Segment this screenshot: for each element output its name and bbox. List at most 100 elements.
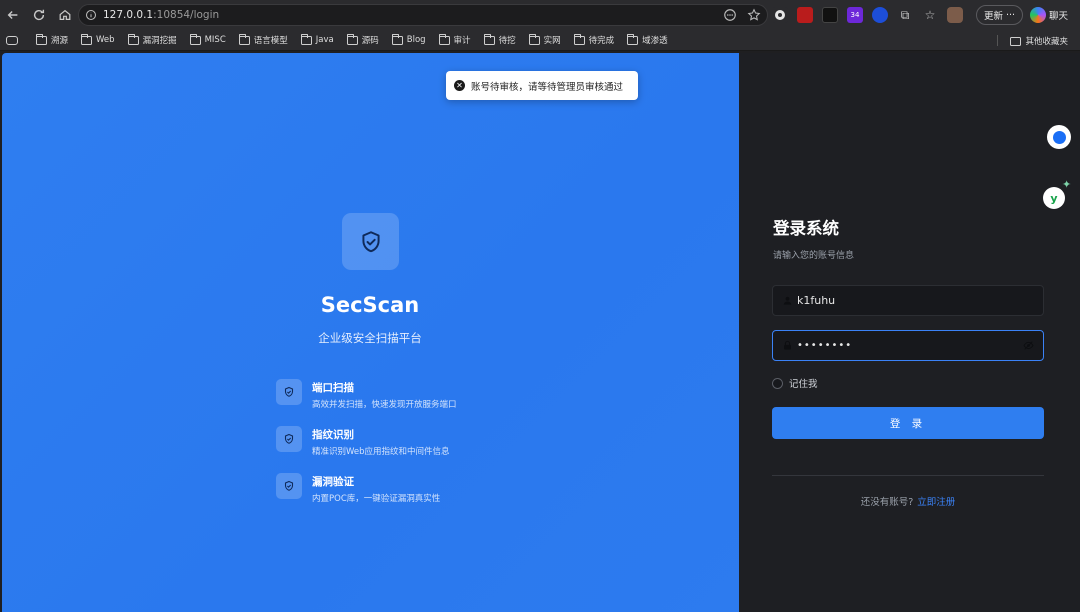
bookmark-label: 源码	[361, 36, 379, 46]
update-label: 更新	[983, 11, 1003, 22]
login-panel: 登录系统 请输入您的账号信息 k1fuhu •••••••• 记住我 登 录 还…	[739, 53, 1080, 612]
folder-icon	[36, 33, 47, 45]
folder-icon	[81, 33, 93, 45]
password-value: ••••••••	[797, 340, 853, 351]
favorites-icon[interactable]: ☆	[922, 7, 938, 23]
folder-icon	[627, 33, 639, 45]
feature-item: 指纹识别 精准识别Web应用指纹和中间件信息	[276, 426, 536, 466]
extensions-puzzle-icon[interactable]: ⧉	[897, 7, 913, 23]
folder-icon	[300, 33, 312, 45]
bookmark-label: Java	[315, 35, 334, 45]
login-title: 登录系统	[773, 219, 839, 238]
folder-icon	[391, 33, 403, 45]
lock-icon	[784, 340, 791, 350]
floating-y-extension-icon[interactable]: y	[1043, 187, 1065, 209]
feature-description: 精准识别Web应用指纹和中间件信息	[312, 447, 450, 457]
other-bookmarks[interactable]: 其他收藏夹	[1010, 35, 1068, 47]
bookmark-folder[interactable]: 源码	[346, 33, 379, 46]
shield-check-icon	[276, 426, 302, 452]
record-extension-icon[interactable]	[772, 7, 788, 23]
copilot-icon	[1030, 7, 1046, 23]
brand-panel: ✕ 账号待审核，请等待管理员审核通过 SecScan 企业级安全扫描平台 端口扫…	[2, 53, 739, 612]
red-extension-icon[interactable]	[797, 7, 813, 23]
password-field[interactable]: ••••••••	[772, 330, 1044, 361]
login-button[interactable]: 登 录	[772, 407, 1044, 439]
other-bookmarks-label: 其他收藏夹	[1025, 37, 1068, 47]
address-bar[interactable]: 127.0.0.1:10854/login	[78, 4, 768, 26]
feature-description: 高效并发扫描，快速发现开放服务端口	[312, 400, 457, 410]
bookmark-folder[interactable]: 审计	[438, 33, 471, 46]
bookmark-label: 溯源	[51, 36, 69, 46]
assistant-logo-icon	[1052, 130, 1066, 144]
bookmark-folder[interactable]: Java	[300, 33, 334, 45]
register-prompt: 还没有账号?	[860, 497, 914, 508]
bookmark-folder[interactable]: 待完成	[573, 33, 615, 46]
purple-extension-icon[interactable]: 34	[847, 7, 863, 23]
bookmark-folder[interactable]: 漏洞挖掘	[127, 33, 177, 46]
login-subtitle: 请输入您的账号信息	[773, 251, 855, 261]
feature-title: 端口扫描	[312, 382, 354, 394]
bookmark-folder[interactable]: Blog	[391, 33, 426, 45]
bookmark-label: Web	[96, 35, 115, 45]
bookmark-folder[interactable]: 溯源	[36, 33, 69, 46]
brand-subtitle: 企业级安全扫描平台	[318, 331, 422, 345]
bookmark-label: 待完成	[588, 36, 615, 46]
error-icon: ✕	[454, 80, 465, 91]
register-link[interactable]: 立即注册	[917, 497, 955, 508]
profile-avatar-icon[interactable]	[947, 7, 963, 23]
feature-item: 漏洞验证 内置POC库，一键验证漏洞真实性	[276, 473, 536, 513]
brand-title: SecScan	[320, 293, 420, 317]
remember-checkbox[interactable]	[772, 377, 783, 389]
reading-list-icon[interactable]	[6, 35, 18, 45]
dark-extension-icon[interactable]	[822, 7, 838, 23]
more-dots-icon: ···	[1005, 9, 1016, 21]
bookmark-folder[interactable]: 待挖	[483, 33, 516, 46]
username-field[interactable]: k1fuhu	[772, 285, 1044, 316]
shield-check-icon	[276, 379, 302, 405]
folder-icon	[438, 33, 450, 45]
bookmark-label: 审计	[453, 36, 471, 46]
chat-label: 聊天	[1049, 11, 1069, 22]
divider	[772, 475, 1044, 476]
folder-icon	[127, 33, 139, 45]
bookmark-label: 域渗透	[642, 36, 668, 46]
reload-icon[interactable]	[26, 0, 52, 30]
toast-message: 账号待审核，请等待管理员审核通过	[471, 81, 624, 93]
bookmark-folder[interactable]: MISC	[189, 33, 226, 45]
back-icon[interactable]	[0, 0, 26, 30]
feature-title: 漏洞验证	[312, 476, 354, 488]
bookmark-folder[interactable]: 实网	[528, 33, 561, 46]
remember-label: 记住我	[789, 379, 818, 390]
feature-description: 内置POC库，一键验证漏洞真实性	[312, 494, 441, 504]
folder-icon	[238, 33, 250, 45]
bookmark-separator	[997, 35, 998, 46]
page-content: ✕ 账号待审核，请等待管理员审核通过 SecScan 企业级安全扫描平台 端口扫…	[0, 51, 1080, 612]
bookmark-folder[interactable]: Web	[81, 33, 115, 45]
bookmark-label: 漏洞挖掘	[142, 36, 177, 46]
folder-icon	[528, 33, 540, 45]
floating-assistant-icon[interactable]	[1047, 125, 1071, 149]
shield-logo-icon	[342, 213, 399, 270]
url-text: 127.0.0.1:10854/login	[103, 9, 220, 21]
update-button[interactable]: 更新 ···	[976, 5, 1023, 25]
blue-extension-icon[interactable]	[872, 7, 888, 23]
folder-icon	[1010, 36, 1022, 46]
username-value: k1fuhu	[797, 294, 836, 307]
site-info-icon[interactable]	[85, 9, 97, 21]
bookmark-folder[interactable]: 语言模型	[238, 33, 288, 46]
remember-me[interactable]: 记住我	[772, 376, 818, 390]
bookmark-label: 语言模型	[253, 36, 288, 46]
shield-check-icon	[276, 473, 302, 499]
home-icon[interactable]	[52, 0, 78, 30]
bookmark-label: Blog	[406, 35, 426, 45]
eye-off-icon[interactable]	[1023, 340, 1034, 351]
bookmark-folder[interactable]: 域渗透	[627, 33, 668, 46]
folder-icon	[346, 33, 358, 45]
register-row: 还没有账号? 立即注册	[772, 494, 1044, 508]
feature-title: 指纹识别	[312, 429, 354, 441]
favorite-star-icon[interactable]	[747, 8, 761, 22]
extensions-area: 34 ⧉ ☆	[772, 5, 963, 25]
folder-icon	[573, 33, 585, 45]
chat-button[interactable]: 聊天	[1030, 5, 1068, 25]
more-options-icon[interactable]	[723, 8, 737, 22]
